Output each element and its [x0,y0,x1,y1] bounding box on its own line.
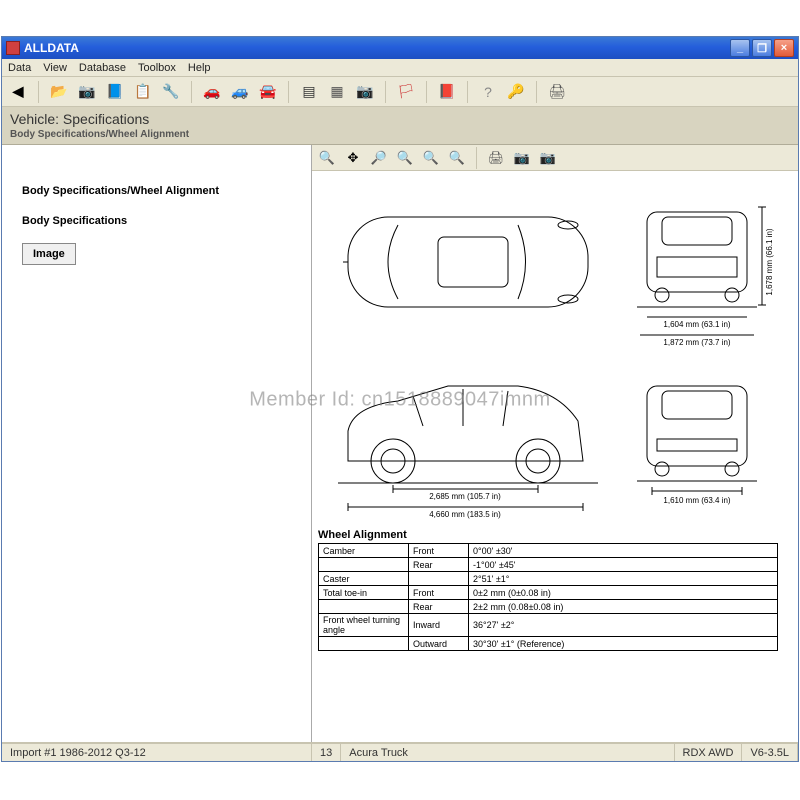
diagram-area[interactable]: 1,678 mm (66.1 in) 1,604 mm (63.1 in) 1,… [312,171,798,742]
status-year: 13 [312,744,341,761]
table-row: Total toe-inFront0±2 mm (0±0.08 in) [319,586,778,600]
right-pane: 🔍 ✥ 🔎 🔍 🔍 🔍 🖨 📷 📷 [312,145,798,742]
page-header: Vehicle: Specifications Body Specificati… [2,107,798,145]
car-top-view [318,177,618,347]
window-title: ALLDATA [24,41,730,55]
zoom-plus-icon[interactable]: 🔍 [396,149,414,167]
image-button[interactable]: Image [22,243,76,265]
table-row: Caster2°51' ±1° [319,572,778,586]
status-model: RDX AWD [675,744,743,761]
car-blue-icon[interactable]: 🚙 [230,82,250,102]
main-toolbar: ◀ 📂 📷 📘 📋 🔧 🚗 🚙 🚘 ▤ ▦ 📷 🏳 📕 ? 🔑 🖨 [2,77,798,107]
folder-icon[interactable]: 📂 [49,82,69,102]
breadcrumb: Body Specifications/Wheel Alignment [10,129,790,140]
car-rear-view: 1,610 mm (63.4 in) [622,351,782,521]
content-area: Body Specifications/Wheel Alignment Body… [2,145,798,743]
svg-text:1,872 mm (73.7 in): 1,872 mm (73.7 in) [663,338,730,347]
statusbar: Import #1 1986-2012 Q3-12 13 Acura Truck… [2,743,798,761]
maximize-button[interactable]: ❐ [752,39,772,57]
minimize-button[interactable]: _ [730,39,750,57]
car-front-view: 1,678 mm (66.1 in) 1,604 mm (63.1 in) 1,… [622,177,782,347]
left-pane: Body Specifications/Wheel Alignment Body… [2,145,312,742]
wheel-alignment-title: Wheel Alignment [318,529,778,541]
doc-heading: Body Specifications/Wheel Alignment [22,185,301,197]
list-icon[interactable]: 📋 [133,82,153,102]
svg-text:1,604 mm (63.1 in): 1,604 mm (63.1 in) [663,320,730,329]
menu-help[interactable]: Help [188,62,211,74]
doc-icon[interactable]: ▦ [327,82,347,102]
doc-subheading: Body Specifications [22,215,301,227]
back-icon[interactable]: ◀ [8,82,28,102]
wheel-alignment-table: CamberFront0°00' ±30'Rear-1°00' ±45'Cast… [318,543,778,651]
status-make: Acura Truck [341,744,674,761]
page-title: Vehicle: Specifications [10,111,790,127]
status-source: Import #1 1986-2012 Q3-12 [2,744,312,761]
camera3-icon[interactable]: 📷 [513,149,531,167]
help-icon[interactable]: ? [478,82,498,102]
print2-icon[interactable]: 🖨 [487,149,505,167]
close-button[interactable]: × [774,39,794,57]
image-toolbar: 🔍 ✥ 🔎 🔍 🔍 🔍 🖨 📷 📷 [312,145,798,171]
titlebar[interactable]: ALLDATA _ ❐ × [2,37,798,59]
zoom-minus-icon[interactable]: 🔍 [422,149,440,167]
menu-database[interactable]: Database [79,62,126,74]
table-row: Outward30°30' ±1° (Reference) [319,637,778,651]
barcode-icon[interactable]: ▤ [299,82,319,102]
zoom-reset-icon[interactable]: 🔍 [448,149,466,167]
book-icon[interactable]: 📕 [437,82,457,102]
move-icon[interactable]: ✥ [344,149,362,167]
zoom-fit-icon[interactable]: 🔎 [370,149,388,167]
table-row: Rear2±2 mm (0.08±0.08 in) [319,600,778,614]
flag-icon[interactable]: 🏳 [396,82,416,102]
menu-data[interactable]: Data [8,62,31,74]
svg-text:2,685 mm (105.7 in): 2,685 mm (105.7 in) [429,492,501,501]
tool-icon[interactable]: 🔧 [161,82,181,102]
menu-toolbox[interactable]: Toolbox [138,62,176,74]
menu-view[interactable]: View [43,62,67,74]
print-icon[interactable]: 🖨 [547,82,567,102]
status-engine: V6-3.5L [742,744,798,761]
table-row: Front wheel turning angleInward36°27' ±2… [319,614,778,637]
app-window: ALLDATA _ ❐ × Data View Database Toolbox… [1,36,799,762]
wheel-alignment-section: Wheel Alignment CamberFront0°00' ±30'Rea… [318,529,778,651]
app-icon [6,41,20,55]
car-red-icon[interactable]: 🚘 [258,82,278,102]
menubar: Data View Database Toolbox Help [2,59,798,77]
book-blue-icon[interactable]: 📘 [105,82,125,102]
zoom-in-icon[interactable]: 🔍 [318,149,336,167]
car-side-view: 2,685 mm (105.7 in) 4,660 mm (183.5 in) [318,351,618,521]
key-icon[interactable]: 🔑 [506,82,526,102]
car-green-icon[interactable]: 🚗 [202,82,222,102]
camera4-icon[interactable]: 📷 [539,149,557,167]
table-row: Rear-1°00' ±45' [319,558,778,572]
camera-icon[interactable]: 📷 [77,82,97,102]
svg-text:1,610 mm (63.4 in): 1,610 mm (63.4 in) [663,496,730,505]
svg-text:4,660 mm (183.5 in): 4,660 mm (183.5 in) [429,510,501,519]
camera2-icon[interactable]: 📷 [355,82,375,102]
table-row: CamberFront0°00' ±30' [319,544,778,558]
svg-text:1,678 mm (66.1 in): 1,678 mm (66.1 in) [765,228,774,295]
